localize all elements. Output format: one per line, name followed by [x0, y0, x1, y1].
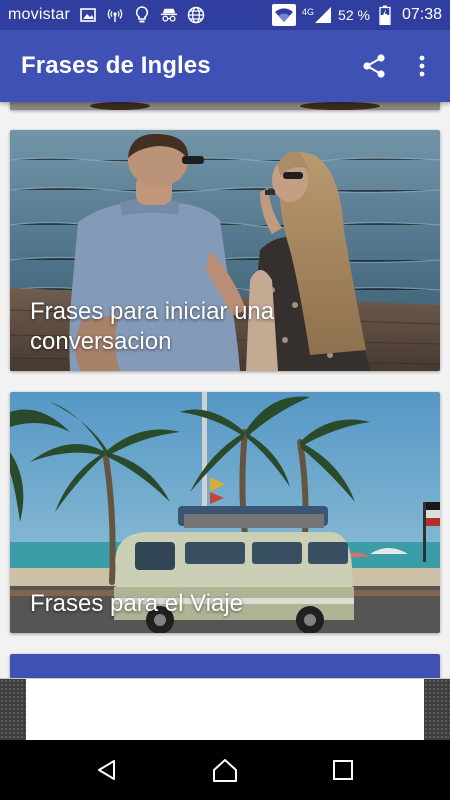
category-card-conversation[interactable]: Frases para iniciar una conversacion: [10, 130, 440, 371]
globe-icon: [187, 6, 205, 24]
image-icon: [79, 6, 97, 24]
category-card-previous[interactable]: [10, 102, 440, 110]
card-caption: Frases para el Viaje: [30, 590, 243, 617]
clock: 07:38: [401, 6, 442, 23]
navigation-bar: [0, 740, 450, 800]
category-card-travel[interactable]: Frases para el Viaje: [10, 392, 440, 633]
back-icon[interactable]: [77, 740, 137, 800]
ad-slot[interactable]: [26, 679, 424, 740]
carrier-name: movistar: [8, 6, 71, 23]
home-icon[interactable]: [195, 740, 255, 800]
battery-percent: 52 %: [338, 7, 370, 23]
previous-card-photo: [10, 102, 440, 110]
card-caption: Frases para iniciar una conversacion: [30, 298, 275, 355]
wifi-icon: [272, 4, 297, 26]
phrase-category-list: Frases para iniciar una conversacion Fra…: [0, 102, 450, 678]
app-screen: movistar 4G 52 % 07:38 Frases de Ingles …: [0, 0, 450, 800]
hotspot-icon: [106, 6, 124, 24]
ad-banner: [0, 678, 450, 740]
more-vert-icon[interactable]: [398, 42, 446, 90]
app-title: Frases de Ingles: [21, 52, 211, 79]
category-card-next[interactable]: [10, 654, 440, 678]
signal-icon: [314, 6, 332, 24]
ad-banner-pattern-right: [424, 679, 450, 740]
recents-icon[interactable]: [313, 740, 373, 800]
battery-charging-icon: [376, 5, 394, 25]
lightbulb-icon: [133, 6, 151, 24]
status-bar: movistar 4G 52 % 07:38: [0, 0, 450, 30]
share-icon[interactable]: [350, 42, 398, 90]
ad-banner-pattern-left: [0, 679, 26, 740]
app-toolbar: Frases de Ingles: [0, 30, 450, 102]
incognito-icon: [160, 6, 178, 24]
network-type: 4G: [302, 7, 315, 17]
